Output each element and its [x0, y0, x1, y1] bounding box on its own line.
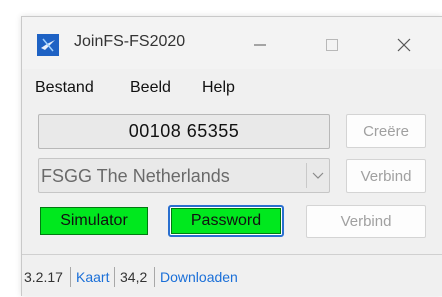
menu-bar: Bestand Beeld Help	[22, 75, 442, 101]
select-divider	[306, 163, 307, 188]
status-bar: 3.2.17 Kaart 34,2 Downloaden	[22, 254, 442, 297]
download-link[interactable]: Downloaden	[160, 269, 238, 285]
version-label: 3.2.17	[24, 269, 63, 285]
status-separator	[114, 267, 115, 287]
password-button[interactable]: Password	[171, 208, 281, 234]
window-title: JoinFS-FS2020	[74, 33, 186, 50]
status-separator	[154, 267, 155, 287]
map-link[interactable]: Kaart	[76, 269, 109, 285]
status-separator	[70, 267, 71, 287]
connect-button[interactable]: Verbind	[306, 205, 426, 238]
session-code-field[interactable]: 00108 65355	[38, 114, 330, 149]
create-button[interactable]: Creëre	[346, 114, 426, 148]
status-value: 34,2	[120, 269, 148, 285]
close-button[interactable]	[384, 30, 424, 60]
simulator-status-button[interactable]: Simulator	[40, 207, 148, 235]
close-icon	[397, 38, 411, 52]
title-bar[interactable]: JoinFS-FS2020	[22, 17, 442, 69]
menu-beeld[interactable]: Beeld	[130, 79, 171, 97]
maximize-button[interactable]	[312, 30, 352, 60]
menu-bestand[interactable]: Bestand	[35, 79, 94, 97]
minimize-button[interactable]	[240, 30, 280, 60]
server-select-value: FSGG The Netherlands	[41, 166, 230, 186]
chevron-down-icon[interactable]	[311, 169, 325, 183]
app-icon	[37, 34, 59, 56]
server-connect-button[interactable]: Verbind	[346, 159, 426, 193]
minimize-icon	[254, 44, 266, 46]
server-select[interactable]: FSGG The Netherlands	[38, 158, 330, 193]
menu-help[interactable]: Help	[202, 79, 235, 97]
maximize-icon	[326, 39, 338, 51]
app-window: JoinFS-FS2020 Bestand Beeld Help 00108 6…	[21, 16, 442, 296]
